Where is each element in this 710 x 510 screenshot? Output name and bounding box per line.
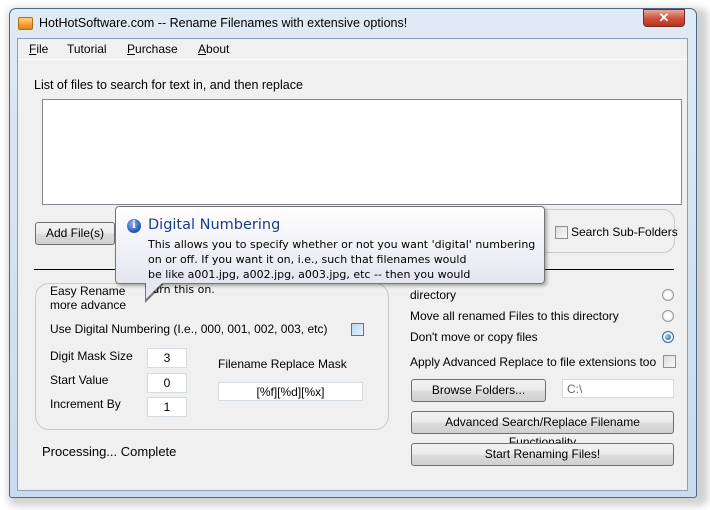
start-renaming-button[interactable]: Start Renaming Files! bbox=[411, 443, 674, 466]
menu-file[interactable]: File bbox=[29, 42, 48, 56]
info-icon: i bbox=[127, 219, 141, 233]
easy-rename-intro: Easy Rename more advance bbox=[50, 284, 126, 312]
add-files-button[interactable]: Add File(s) bbox=[35, 222, 115, 245]
apply-ext-checkbox[interactable] bbox=[663, 355, 676, 368]
increment-input[interactable]: 1 bbox=[147, 397, 187, 417]
menu-tutorial-label: Tutorial bbox=[67, 42, 107, 56]
replace-mask-input[interactable]: [%f][%d][%x] bbox=[218, 382, 363, 401]
replace-mask-label: Filename Replace Mask bbox=[218, 357, 347, 371]
menu-file-rest: ile bbox=[36, 42, 49, 56]
easy-rename-intro-line2: more advance bbox=[50, 298, 127, 312]
status-text: Processing... Complete bbox=[42, 444, 177, 459]
start-value-input[interactable]: 0 bbox=[147, 373, 187, 393]
move-files-radio-label: Move all renamed Files to this directory bbox=[410, 309, 619, 323]
no-move-radio-label: Don't move or copy files bbox=[410, 330, 538, 344]
move-files-radio[interactable] bbox=[662, 310, 674, 322]
folder-path-input[interactable]: C:\ bbox=[562, 379, 674, 398]
file-list[interactable] bbox=[42, 99, 682, 205]
menu-purchase-accel: P bbox=[127, 42, 136, 56]
file-list-label: List of files to search for text in, and… bbox=[34, 78, 303, 92]
tooltip-title: Digital Numbering bbox=[148, 217, 281, 233]
tooltip-body: This allows you to specify whether or no… bbox=[148, 238, 536, 296]
search-subfolders-label: Search Sub-Folders bbox=[571, 225, 678, 239]
digital-numbering-label: Use Digital Numbering (I.e., 000, 001, 0… bbox=[50, 322, 328, 336]
digital-numbering-tooltip: i Digital Numbering This allows you to s… bbox=[115, 206, 545, 296]
title-bar[interactable]: HotHotSoftware.com -- Rename Filenames w… bbox=[10, 9, 696, 37]
menu-tutorial[interactable]: Tutorial bbox=[67, 42, 107, 56]
menu-purchase[interactable]: Purchase bbox=[127, 42, 178, 56]
close-button[interactable]: ✕ bbox=[643, 9, 685, 27]
app-icon bbox=[18, 17, 33, 30]
browse-folders-button[interactable]: Browse Folders... bbox=[411, 379, 546, 402]
apply-ext-label: Apply Advanced Replace to file extension… bbox=[410, 355, 657, 369]
copy-files-radio[interactable] bbox=[662, 289, 674, 301]
increment-label: Increment By bbox=[50, 397, 121, 411]
menu-purchase-rest: urchase bbox=[135, 42, 178, 56]
easy-rename-intro-line1: Easy Rename bbox=[50, 284, 126, 298]
menu-about[interactable]: About bbox=[198, 42, 229, 56]
advanced-replace-button[interactable]: Advanced Search/Replace Filename Functio… bbox=[411, 411, 674, 449]
digit-mask-input[interactable]: 3 bbox=[147, 348, 187, 368]
search-subfolders-checkbox[interactable] bbox=[555, 226, 568, 239]
digital-numbering-checkbox[interactable] bbox=[351, 323, 364, 336]
start-value-label: Start Value bbox=[50, 373, 109, 387]
menu-bar: File Tutorial Purchase About bbox=[18, 39, 687, 60]
no-move-radio[interactable] bbox=[662, 331, 674, 343]
menu-about-accel: A bbox=[198, 42, 207, 56]
window-title: HotHotSoftware.com -- Rename Filenames w… bbox=[39, 16, 408, 30]
menu-about-rest: bout bbox=[206, 42, 230, 56]
digit-mask-label: Digit Mask Size bbox=[50, 349, 133, 363]
tooltip-tail bbox=[146, 281, 164, 299]
